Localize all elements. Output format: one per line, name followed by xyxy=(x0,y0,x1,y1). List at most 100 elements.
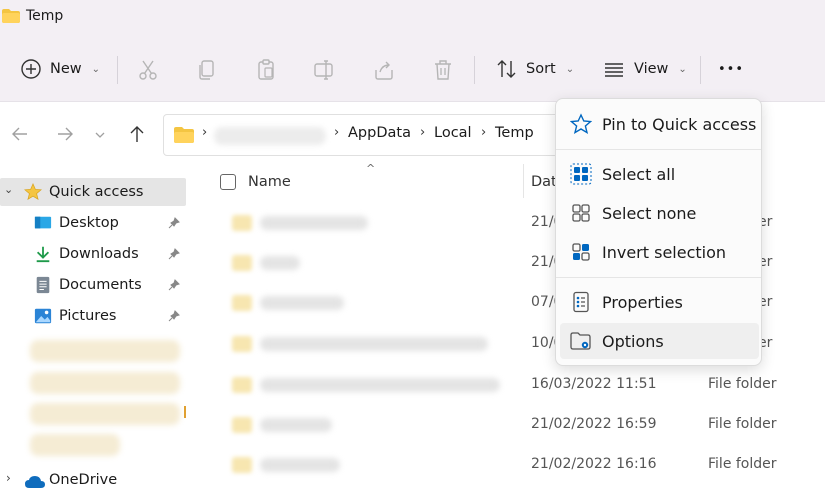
row-type: File folder xyxy=(708,456,777,472)
toolbar-divider xyxy=(700,56,701,84)
document-icon xyxy=(36,276,50,294)
rename-icon[interactable] xyxy=(313,58,337,82)
folder-icon xyxy=(2,9,20,23)
chevron-down-icon: ⌄ xyxy=(91,63,101,75)
options-item[interactable]: Options xyxy=(560,323,759,359)
redacted-sidebar-item xyxy=(30,434,120,456)
sort-button[interactable]: Sort ⌄ xyxy=(490,50,580,88)
share-icon[interactable] xyxy=(372,58,396,82)
sidebar-item-onedrive[interactable]: › OneDrive xyxy=(0,468,186,491)
chevron-right-icon: › xyxy=(6,471,11,485)
menu-item-label: Pin to Quick access xyxy=(602,114,757,134)
redacted-username xyxy=(214,127,326,145)
desktop-icon xyxy=(34,216,52,229)
select-none-item[interactable]: Select none xyxy=(560,195,759,231)
new-label: New xyxy=(50,61,82,77)
navigation-pane: ⌄ Quick access Desktop Downloads Documen… xyxy=(0,162,190,491)
sidebar-item-label: Desktop xyxy=(59,215,119,231)
command-bar: New ⌄ Sort ⌄ View ⌄ ••• xyxy=(0,36,825,102)
breadcrumb-chevron-icon: › xyxy=(481,125,487,140)
table-row[interactable]: 16/03/2022 11:51 File folder xyxy=(190,374,825,396)
folder-icon xyxy=(232,215,252,231)
folder-options-icon xyxy=(570,332,591,350)
copy-icon[interactable] xyxy=(195,58,219,82)
redacted-file-name xyxy=(260,296,344,310)
toolbar-divider xyxy=(474,56,475,84)
breadcrumb-chevron-icon: › xyxy=(334,125,340,140)
sidebar-item-downloads[interactable]: Downloads xyxy=(0,240,186,268)
select-all-checkbox[interactable] xyxy=(220,174,236,190)
pin-icon xyxy=(168,248,180,260)
sidebar-item-label: Pictures xyxy=(59,308,117,324)
column-header-name[interactable]: Name xyxy=(248,174,291,190)
select-all-icon xyxy=(570,163,592,185)
redacted-file-name xyxy=(260,378,500,392)
title-bar: Temp xyxy=(0,0,825,36)
row-date: 21/02/2022 16:16 xyxy=(531,456,657,472)
new-button[interactable]: New ⌄ xyxy=(14,50,106,88)
pin-icon xyxy=(168,279,180,291)
see-more-menu: Pin to Quick access Select all Select no… xyxy=(555,98,762,366)
breadcrumb-appdata[interactable]: AppData xyxy=(348,125,411,141)
folder-icon xyxy=(232,255,252,271)
sidebar-item-label: Documents xyxy=(59,277,142,293)
table-row[interactable]: 21/02/2022 16:59 File folder xyxy=(190,414,825,436)
sort-label: Sort xyxy=(526,61,556,77)
folder-icon xyxy=(232,377,252,393)
breadcrumb-chevron-icon: › xyxy=(202,125,208,140)
select-all-item[interactable]: Select all xyxy=(560,156,759,192)
redacted-file-name xyxy=(260,458,340,472)
redacted-sidebar-item xyxy=(30,403,180,425)
breadcrumb-local[interactable]: Local xyxy=(434,125,472,141)
download-arrow-icon xyxy=(36,246,50,263)
select-none-icon xyxy=(572,204,590,222)
plus-circle-icon xyxy=(21,59,41,79)
scroll-indicator[interactable] xyxy=(184,406,186,418)
menu-item-label: Options xyxy=(602,331,664,351)
row-date: 21/02/2022 16:59 xyxy=(531,416,657,432)
table-row[interactable]: 21/02/2022 16:16 File folder xyxy=(190,454,825,476)
picture-icon xyxy=(34,308,52,324)
sidebar-item-desktop[interactable]: Desktop xyxy=(0,209,186,237)
onedrive-label: OneDrive xyxy=(49,472,118,488)
sidebar-item-documents[interactable]: Documents xyxy=(0,271,186,299)
folder-icon xyxy=(232,336,252,352)
delete-icon[interactable] xyxy=(431,58,455,82)
menu-item-label: Invert selection xyxy=(602,242,727,262)
more-dots-icon: ••• xyxy=(718,61,745,77)
invert-selection-item[interactable]: Invert selection xyxy=(560,234,759,270)
back-arrow-icon[interactable] xyxy=(10,124,30,144)
sidebar-item-pictures[interactable]: Pictures xyxy=(0,302,186,330)
redacted-file-name xyxy=(260,337,488,351)
menu-divider xyxy=(556,277,761,278)
cloud-icon xyxy=(25,476,45,488)
paste-icon[interactable] xyxy=(254,58,278,82)
redacted-file-name xyxy=(260,256,300,270)
view-label: View xyxy=(634,61,669,77)
breadcrumb-temp[interactable]: Temp xyxy=(495,125,534,141)
view-icon xyxy=(605,63,623,77)
folder-icon xyxy=(174,127,194,143)
pin-icon xyxy=(168,310,180,322)
view-button[interactable]: View ⌄ xyxy=(596,50,693,88)
invert-selection-icon xyxy=(572,243,590,261)
pin-to-quick-access-item[interactable]: Pin to Quick access xyxy=(560,106,759,142)
menu-item-label: Properties xyxy=(602,292,683,312)
folder-icon xyxy=(232,457,252,473)
chevron-down-icon: ⌄ xyxy=(678,63,687,75)
address-bar[interactable]: › › AppData › Local › Temp xyxy=(163,114,583,156)
column-header-date[interactable]: Dat xyxy=(531,174,557,190)
breadcrumb-chevron-icon: › xyxy=(420,125,426,140)
folder-icon xyxy=(232,295,252,311)
column-divider[interactable] xyxy=(523,164,524,198)
see-more-button[interactable]: ••• xyxy=(712,50,750,88)
chevron-down-icon: ⌄ xyxy=(4,183,14,196)
recent-locations-chevron-icon[interactable] xyxy=(93,124,107,144)
forward-arrow-icon[interactable] xyxy=(55,124,75,144)
properties-item[interactable]: Properties xyxy=(560,284,759,320)
up-arrow-icon[interactable] xyxy=(127,124,147,144)
sidebar-item-quick-access[interactable]: ⌄ Quick access xyxy=(0,178,186,206)
menu-item-label: Select all xyxy=(602,164,676,184)
cut-icon[interactable] xyxy=(136,58,160,82)
row-type: File folder xyxy=(708,376,777,392)
